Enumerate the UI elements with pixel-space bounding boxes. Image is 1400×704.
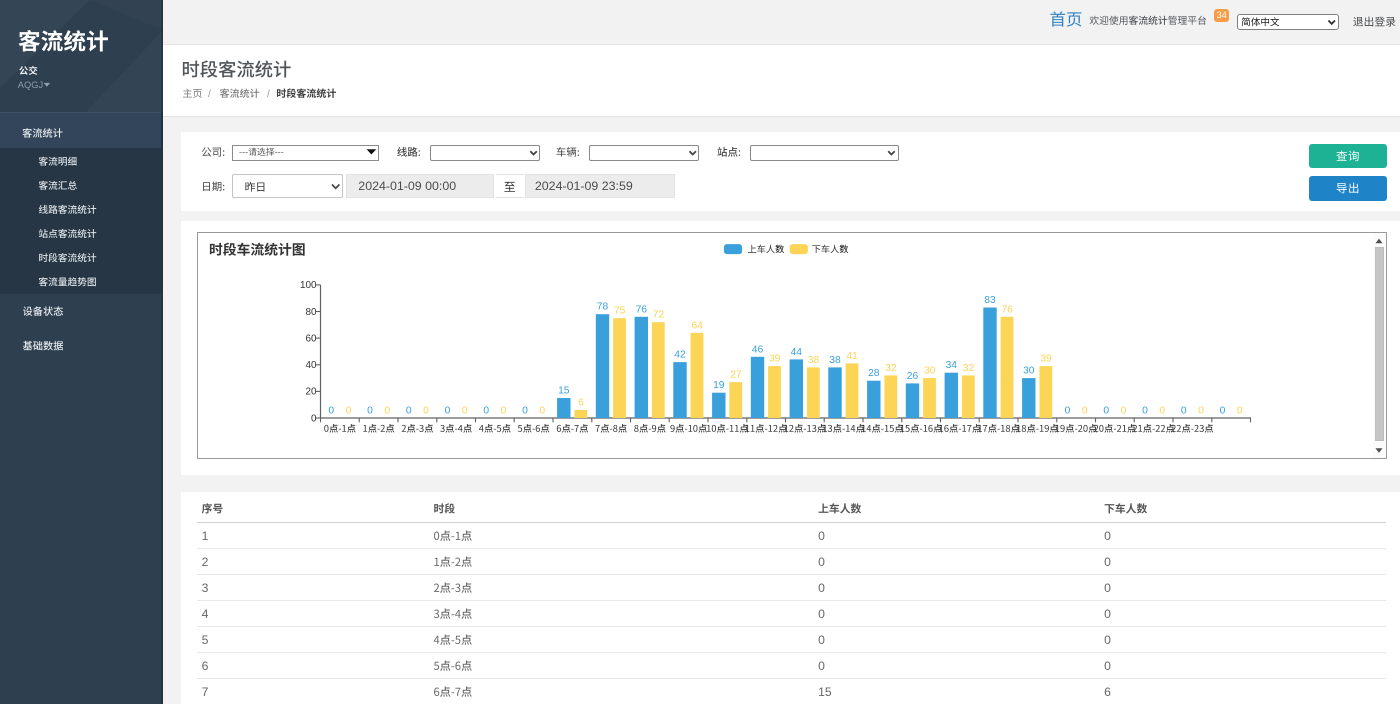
svg-text:/: / bbox=[267, 89, 270, 100]
svg-text:/: / bbox=[208, 89, 211, 100]
svg-text:6: 6 bbox=[1104, 685, 1111, 699]
svg-text:0: 0 bbox=[1065, 406, 1071, 417]
svg-text:0: 0 bbox=[539, 406, 545, 417]
svg-text:0: 0 bbox=[1104, 633, 1111, 647]
svg-text:0: 0 bbox=[818, 529, 825, 543]
svg-text:20: 20 bbox=[306, 387, 317, 398]
svg-text:0: 0 bbox=[1104, 529, 1111, 543]
svg-text:27: 27 bbox=[730, 370, 742, 381]
svg-text:0: 0 bbox=[501, 406, 507, 417]
svg-text:0: 0 bbox=[1220, 406, 1226, 417]
svg-text:75: 75 bbox=[614, 306, 626, 317]
svg-text:39: 39 bbox=[1040, 354, 1052, 365]
svg-text:34: 34 bbox=[946, 360, 958, 371]
svg-text:38: 38 bbox=[808, 355, 820, 366]
svg-text:60: 60 bbox=[306, 333, 317, 344]
svg-text:0: 0 bbox=[818, 659, 825, 673]
svg-text:0: 0 bbox=[406, 406, 412, 417]
svg-text:78: 78 bbox=[597, 302, 609, 313]
svg-text:76: 76 bbox=[636, 304, 648, 315]
svg-text:6: 6 bbox=[202, 659, 209, 673]
svg-text:7: 7 bbox=[202, 685, 209, 699]
svg-text:41: 41 bbox=[846, 351, 858, 362]
svg-text:0: 0 bbox=[1198, 406, 1204, 417]
svg-text:1: 1 bbox=[202, 529, 209, 543]
svg-text:0: 0 bbox=[346, 406, 352, 417]
svg-text:100: 100 bbox=[300, 280, 317, 291]
svg-text:39: 39 bbox=[769, 354, 781, 365]
svg-text:0: 0 bbox=[1104, 607, 1111, 621]
svg-text:0: 0 bbox=[818, 607, 825, 621]
svg-text:5: 5 bbox=[202, 633, 209, 647]
svg-text:0: 0 bbox=[1142, 406, 1148, 417]
svg-text:0: 0 bbox=[1082, 406, 1088, 417]
svg-text:0: 0 bbox=[483, 406, 489, 417]
svg-text:32: 32 bbox=[963, 363, 975, 374]
svg-text:83: 83 bbox=[984, 295, 996, 306]
svg-text:0: 0 bbox=[445, 406, 451, 417]
svg-text:0: 0 bbox=[818, 555, 825, 569]
svg-text:4: 4 bbox=[202, 607, 209, 621]
svg-text:0: 0 bbox=[1237, 406, 1243, 417]
svg-text:0: 0 bbox=[1104, 581, 1111, 595]
svg-text:0: 0 bbox=[1159, 406, 1165, 417]
svg-text:72: 72 bbox=[653, 310, 665, 321]
svg-text:38: 38 bbox=[829, 355, 841, 366]
svg-text:2: 2 bbox=[202, 555, 209, 569]
svg-text:0: 0 bbox=[423, 406, 429, 417]
svg-text:0: 0 bbox=[1103, 406, 1109, 417]
svg-text:0: 0 bbox=[1121, 406, 1127, 417]
svg-text:76: 76 bbox=[1001, 304, 1013, 315]
svg-text:19: 19 bbox=[713, 380, 725, 391]
svg-text:0: 0 bbox=[1104, 659, 1111, 673]
svg-text:3: 3 bbox=[202, 581, 209, 595]
svg-text:0: 0 bbox=[1104, 555, 1111, 569]
svg-text:44: 44 bbox=[791, 347, 803, 358]
svg-text:0: 0 bbox=[328, 406, 334, 417]
svg-text:0: 0 bbox=[522, 406, 528, 417]
svg-text:0: 0 bbox=[311, 413, 317, 424]
svg-text:0: 0 bbox=[367, 406, 373, 417]
svg-text:30: 30 bbox=[924, 366, 936, 377]
svg-text:64: 64 bbox=[691, 320, 703, 331]
svg-text:0: 0 bbox=[818, 581, 825, 595]
svg-text:0: 0 bbox=[462, 406, 468, 417]
svg-text:46: 46 bbox=[752, 344, 764, 355]
svg-text:0: 0 bbox=[384, 406, 390, 417]
svg-text:32: 32 bbox=[885, 363, 897, 374]
svg-text:42: 42 bbox=[674, 350, 686, 361]
svg-text:6: 6 bbox=[578, 398, 584, 409]
svg-text:30: 30 bbox=[1023, 366, 1035, 377]
svg-text:26: 26 bbox=[907, 371, 919, 382]
svg-text:0: 0 bbox=[818, 633, 825, 647]
svg-text:15: 15 bbox=[818, 685, 832, 699]
svg-text:15: 15 bbox=[558, 386, 570, 397]
svg-text:80: 80 bbox=[306, 307, 317, 318]
svg-text:0: 0 bbox=[1181, 406, 1187, 417]
svg-text:28: 28 bbox=[868, 368, 880, 379]
svg-text:40: 40 bbox=[306, 360, 317, 371]
